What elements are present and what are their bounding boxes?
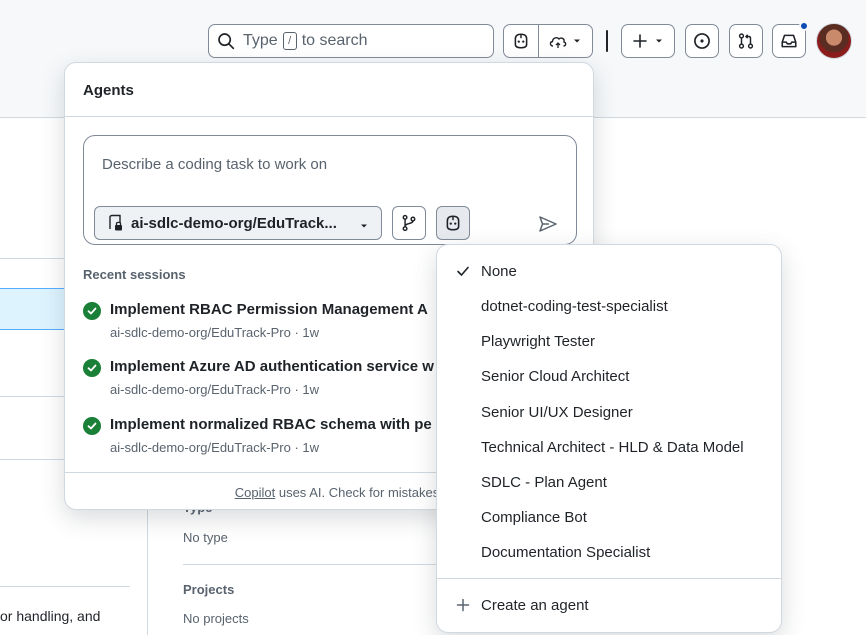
agent-option[interactable]: Technical Architect - HLD & Data Model [437, 430, 781, 465]
search-icon [218, 33, 235, 50]
agent-option-label: None [481, 263, 517, 280]
agent-cloud-dropdown[interactable] [539, 25, 592, 57]
agent-option[interactable]: Playwright Tester [437, 324, 781, 359]
copilot-button[interactable] [504, 25, 538, 57]
issues-button[interactable] [685, 24, 719, 58]
menu-divider [437, 578, 781, 579]
background-divider [0, 258, 66, 259]
create-agent-button[interactable]: Create an agent [437, 588, 781, 623]
header-divider [606, 30, 608, 52]
agent-option[interactable]: SDLC - Plan Agent [437, 465, 781, 500]
repository-selector[interactable]: ai-sdlc-demo-org/EduTrack... [94, 206, 382, 240]
copilot-icon [514, 33, 528, 49]
agent-option-label: Senior Cloud Architect [481, 368, 630, 385]
background-divider [0, 586, 130, 587]
check-circle-icon [83, 417, 101, 435]
search-prefix: Type [243, 32, 278, 49]
task-composer: Describe a coding task to work on ai-sdl… [83, 135, 577, 245]
background-column-border [147, 500, 148, 635]
create-agent-label: Create an agent [481, 597, 589, 614]
copilot-button-group [503, 24, 593, 58]
session-title: Implement RBAC Permission Management A [110, 301, 428, 318]
agent-option[interactable]: Senior Cloud Architect [437, 359, 781, 394]
agent-option-label: Documentation Specialist [481, 544, 651, 561]
plus-icon [633, 34, 647, 48]
ai-disclaimer: uses AI. Check for mistakes [278, 485, 440, 500]
session-meta: ai-sdlc-demo-org/EduTrack-Pro · 1w [110, 325, 320, 340]
check-circle-icon [83, 302, 101, 320]
user-avatar[interactable] [816, 23, 852, 59]
body-text-fragment: or handling, and [0, 608, 101, 624]
panel-divider [65, 116, 593, 117]
projects-label: Projects [183, 582, 235, 597]
branch-button[interactable] [392, 206, 426, 240]
session-title: Implement Azure AD authentication servic… [110, 358, 434, 375]
chevron-down-icon [574, 39, 581, 43]
panel-title: Agents [83, 82, 134, 99]
agent-option-label: Playwright Tester [481, 333, 595, 350]
copilot-link[interactable]: Copilot [235, 485, 275, 500]
issue-opened-icon [694, 33, 710, 49]
agent-option-label: Compliance Bot [481, 509, 587, 526]
agent-option[interactable]: dotnet-coding-test-specialist [437, 289, 781, 324]
search-shortcut-key: / [282, 32, 297, 50]
repository-name: ai-sdlc-demo-org/EduTrack... [131, 214, 337, 232]
agent-option-none[interactable]: None [437, 254, 781, 289]
copilot-icon [446, 215, 460, 231]
agent-option-label: Technical Architect - HLD & Data Model [481, 439, 744, 456]
cloud-icon [550, 37, 567, 48]
chevron-down-icon [656, 39, 662, 43]
background-divider [0, 459, 66, 460]
agent-option[interactable]: Documentation Specialist [437, 535, 781, 570]
git-branch-icon [402, 214, 416, 232]
agent-option-label: Senior UI/UX Designer [481, 404, 633, 421]
agent-option[interactable]: Senior UI/UX Designer [437, 395, 781, 430]
agent-select-button[interactable] [436, 206, 470, 240]
session-meta: ai-sdlc-demo-org/EduTrack-Pro · 1w [110, 382, 320, 397]
agent-option-label: SDLC - Plan Agent [481, 474, 607, 491]
paper-airplane-icon [539, 216, 557, 232]
session-title: Implement normalized RBAC schema with pe [110, 416, 432, 433]
pull-requests-button[interactable] [729, 24, 763, 58]
type-value: No type [183, 530, 228, 545]
recent-sessions-heading: Recent sessions [83, 267, 186, 282]
search-input[interactable]: Type / to search [208, 24, 494, 58]
agent-option-label: dotnet-coding-test-specialist [481, 298, 668, 315]
create-new-dropdown[interactable] [621, 24, 675, 58]
plus-icon [456, 598, 470, 612]
git-pull-request-icon [738, 33, 754, 49]
send-button[interactable] [536, 212, 560, 236]
notification-indicator [799, 21, 809, 31]
chevron-down-icon [361, 224, 367, 228]
background-divider [0, 396, 66, 397]
background-selected-row[interactable] [0, 288, 66, 330]
agent-option[interactable]: Compliance Bot [437, 500, 781, 535]
check-icon [457, 266, 469, 276]
background-divider [183, 564, 436, 565]
projects-value: No projects [183, 611, 249, 626]
session-meta: ai-sdlc-demo-org/EduTrack-Pro · 1w [110, 440, 320, 455]
search-suffix: to search [301, 32, 368, 49]
repo-locked-icon [109, 214, 122, 231]
check-circle-icon [83, 359, 101, 377]
task-input[interactable]: Describe a coding task to work on [102, 156, 327, 173]
agent-menu: None dotnet-coding-test-specialist Playw… [436, 244, 782, 633]
inbox-icon [781, 34, 797, 48]
